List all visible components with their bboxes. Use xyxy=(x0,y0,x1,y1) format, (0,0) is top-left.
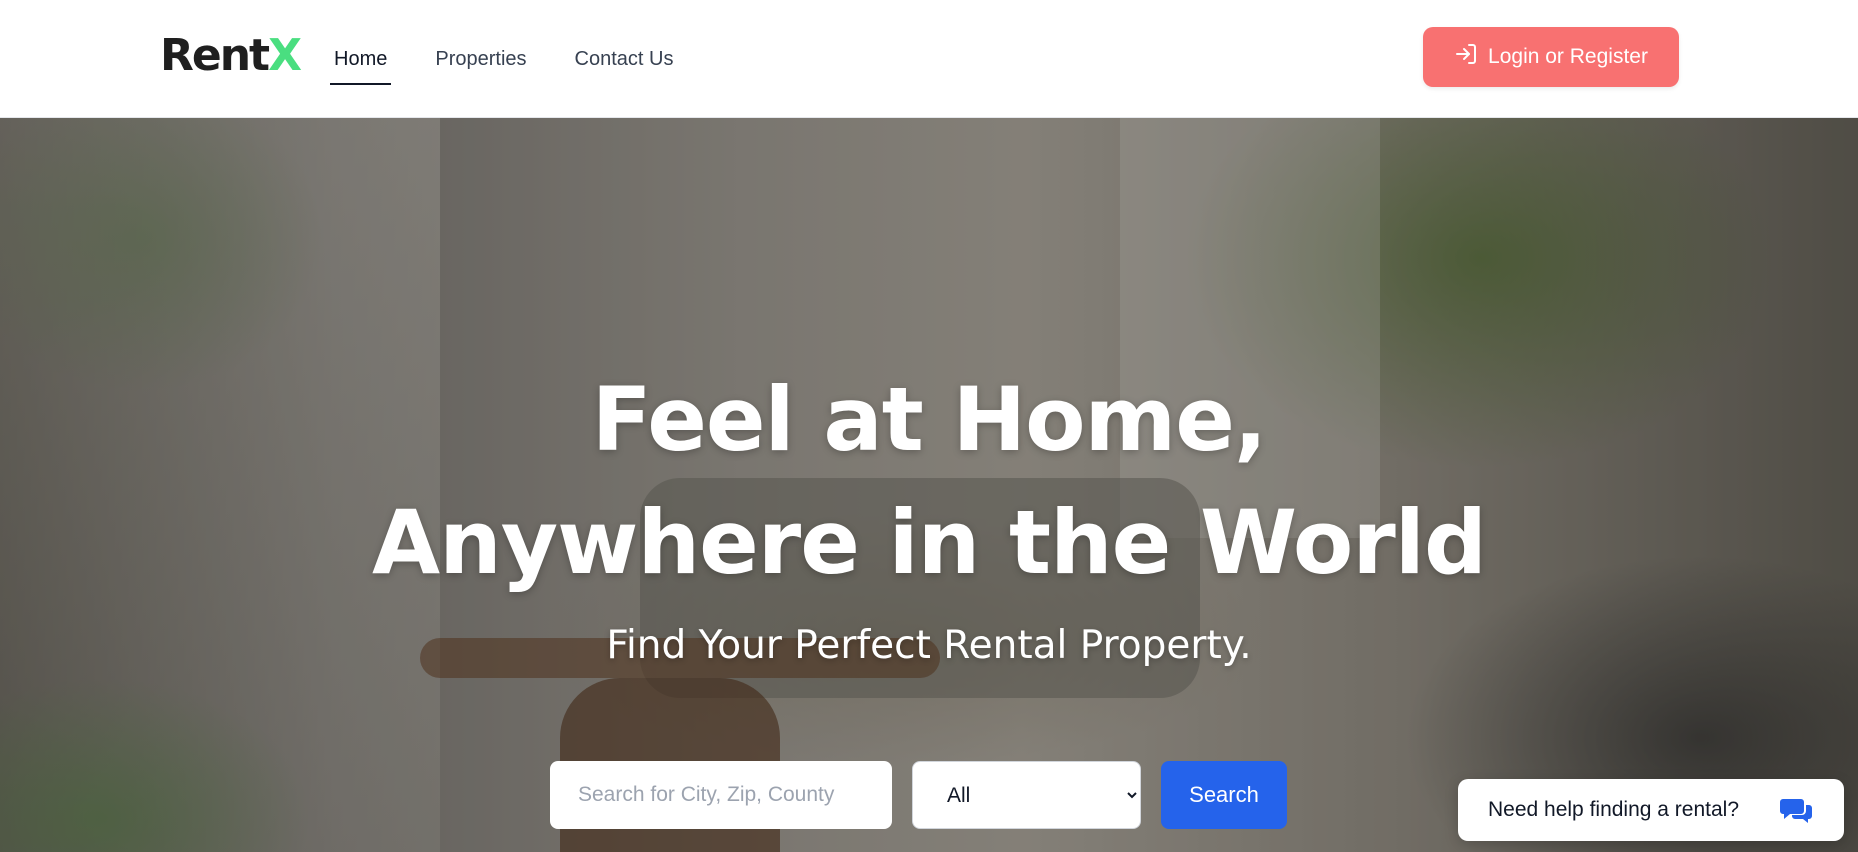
nav-link-contact[interactable]: Contact Us xyxy=(571,40,678,79)
help-chat-label: Need help finding a rental? xyxy=(1488,798,1740,821)
sign-in-icon xyxy=(1454,42,1478,72)
nav-link-home[interactable]: Home xyxy=(330,40,392,85)
site-header: RentX Home Properties Contact Us Login o… xyxy=(0,0,1858,118)
logo-text-accent: X xyxy=(268,30,302,81)
hero-title-line1: Feel at Home, xyxy=(591,368,1268,471)
login-register-label: Login or Register xyxy=(1488,45,1648,68)
brand-logo[interactable]: RentX xyxy=(160,30,302,81)
nav-link-properties[interactable]: Properties xyxy=(431,40,530,79)
location-search-input[interactable] xyxy=(550,761,892,829)
hero-section: Feel at Home, Anywhere in the World Find… xyxy=(0,118,1858,852)
login-register-button[interactable]: Login or Register xyxy=(1423,27,1679,87)
hero-title-line2: Anywhere in the World xyxy=(372,491,1487,594)
main-nav: Home Properties Contact Us xyxy=(330,0,677,118)
hero-subtitle: Find Your Perfect Rental Property. xyxy=(606,623,1252,668)
chat-bubbles-icon xyxy=(1780,795,1814,825)
search-button[interactable]: Search xyxy=(1161,761,1287,829)
help-chat-widget[interactable]: Need help finding a rental? xyxy=(1458,779,1844,841)
property-type-select[interactable]: All xyxy=(912,761,1141,829)
logo-text-main: Rent xyxy=(160,30,270,81)
